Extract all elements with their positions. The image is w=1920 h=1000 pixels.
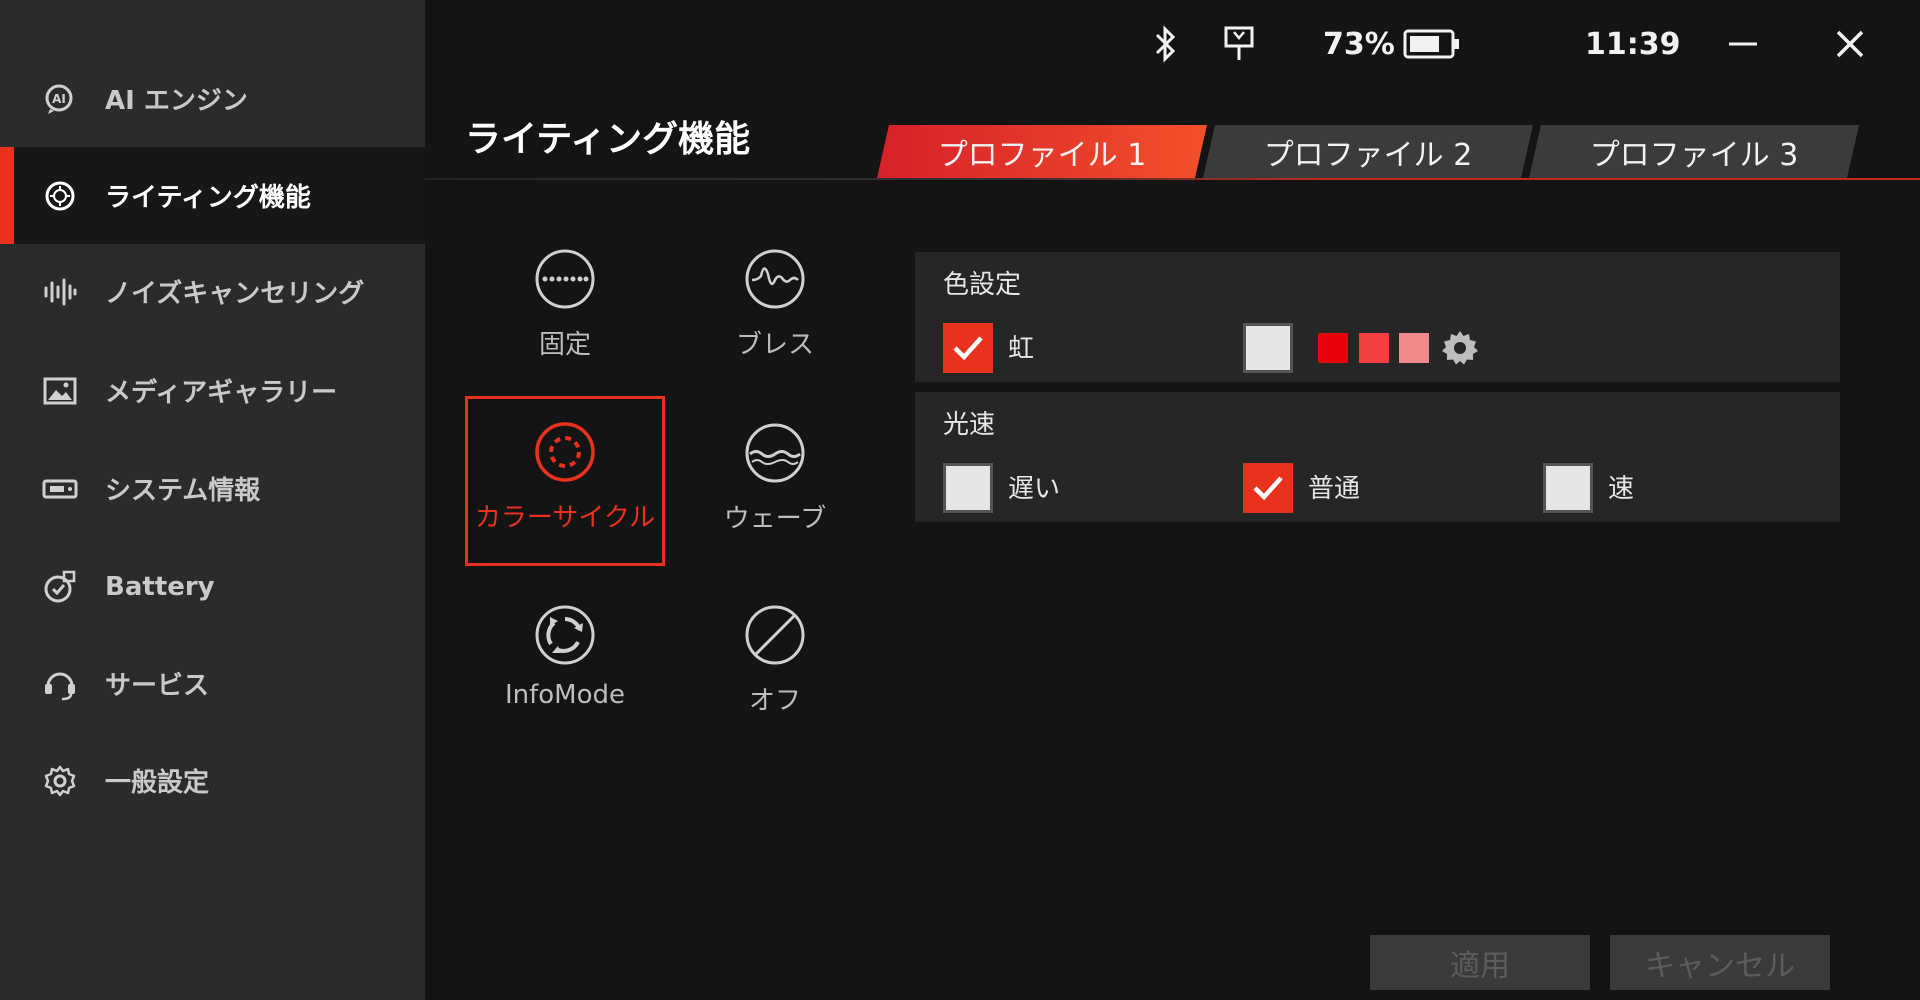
tab-label: プロファイル 3 (1589, 137, 1799, 173)
sidebar-item-label: 一般設定 (105, 768, 210, 798)
gear-icon (42, 763, 78, 799)
effect-label: ブレス (735, 330, 814, 360)
sidebar-item-media-gallery[interactable]: メディアギャラリー (0, 342, 425, 439)
page-title: ライティング機能 (465, 119, 751, 160)
lighting-icon (42, 178, 78, 214)
tab-label: プロファイル 1 (937, 137, 1147, 173)
sidebar-item-lighting[interactable]: ライティング機能 (0, 147, 425, 244)
effect-breath[interactable]: ブレス (675, 226, 875, 396)
check-icon (1253, 476, 1283, 501)
effect-label: ウェーブ (723, 504, 827, 534)
custom-color-checkbox[interactable] (1243, 323, 1293, 373)
close-icon[interactable] (1834, 22, 1866, 66)
speed-fast-checkbox[interactable] (1543, 463, 1593, 513)
title-divider (425, 178, 1920, 180)
infomode-icon (534, 604, 596, 666)
color-swatch-2[interactable] (1359, 333, 1389, 363)
off-icon (744, 604, 806, 666)
ai-icon: AI (42, 81, 78, 117)
sidebar-item-battery[interactable]: Battery (0, 538, 425, 635)
effect-label: カラーサイクル (474, 503, 656, 533)
speed-fast-label: 速 (1608, 474, 1635, 504)
tab-profile-1[interactable]: プロファイル 1 (877, 125, 1207, 178)
tab-label: プロファイル 2 (1263, 137, 1473, 173)
svg-text:AI: AI (52, 92, 66, 106)
speed-slow-label: 遅い (1008, 474, 1061, 504)
system-icon (42, 471, 78, 507)
sidebar-item-system-info[interactable]: システム情報 (0, 440, 425, 537)
sidebar-item-label: メディアギャラリー (105, 378, 338, 408)
breath-icon (744, 248, 806, 310)
image-icon (42, 373, 78, 409)
speed-title: 光速 (943, 410, 996, 440)
color-settings-title: 色設定 (943, 270, 1022, 300)
speed-normal-checkbox[interactable] (1243, 463, 1293, 513)
effect-label: InfoMode (504, 680, 626, 710)
sidebar-item-label: サービス (105, 671, 210, 701)
cancel-button[interactable]: キャンセル (1610, 935, 1830, 990)
speed-normal-label: 普通 (1308, 474, 1361, 504)
static-icon (534, 248, 596, 310)
sidebar: AI AI エンジン ライティング機能 ノイズキャンセリング メディアギャラリー… (0, 0, 425, 1000)
battery-status-icon (1403, 22, 1461, 66)
headset-icon (42, 666, 78, 702)
sidebar-item-label: Battery (105, 571, 215, 602)
effect-infomode[interactable]: InfoMode (465, 582, 665, 752)
color-swatch-1[interactable] (1318, 333, 1348, 363)
speed-slow-checkbox[interactable] (943, 463, 993, 513)
rainbow-label: 虹 (1008, 334, 1035, 364)
effect-off[interactable]: オフ (675, 582, 875, 752)
effect-color-cycle[interactable]: カラーサイクル (465, 396, 665, 566)
battery-icon (42, 569, 78, 605)
apply-button[interactable]: 適用 (1370, 935, 1590, 990)
sidebar-item-ai-engine[interactable]: AI AI エンジン (0, 50, 425, 147)
wave-icon (744, 422, 806, 484)
sidebar-item-label: ノイズキャンセリング (105, 279, 365, 309)
sidebar-item-service[interactable]: サービス (0, 635, 425, 732)
bluetooth-icon[interactable] (1150, 22, 1180, 66)
display-mode-icon[interactable] (1222, 22, 1256, 66)
effect-label: 固定 (538, 330, 591, 360)
effect-label: オフ (748, 686, 801, 716)
color-cycle-icon (534, 421, 596, 483)
effect-static[interactable]: 固定 (465, 226, 665, 396)
sidebar-item-label: AI エンジン (105, 86, 248, 116)
color-settings-gear-icon[interactable] (1440, 328, 1480, 368)
check-icon (953, 336, 983, 361)
rainbow-checkbox[interactable] (943, 323, 993, 373)
color-swatch-3[interactable] (1399, 333, 1429, 363)
speed-panel: 光速 遅い 普通 速 (915, 392, 1840, 522)
waveform-icon (42, 274, 78, 310)
sidebar-item-noise-cancel[interactable]: ノイズキャンセリング (0, 243, 425, 340)
tab-profile-2[interactable]: プロファイル 2 (1203, 125, 1533, 178)
effect-wave[interactable]: ウェーブ (675, 400, 875, 570)
sidebar-item-label: システム情報 (105, 476, 261, 506)
tab-profile-3[interactable]: プロファイル 3 (1529, 125, 1859, 178)
sidebar-item-general-settings[interactable]: 一般設定 (0, 732, 425, 829)
color-settings-panel: 色設定 虹 (915, 252, 1840, 382)
sidebar-item-label: ライティング機能 (105, 183, 311, 213)
minimize-icon[interactable] (1727, 22, 1759, 66)
battery-percent: 73% (1323, 26, 1395, 62)
clock: 11:39 (1585, 26, 1681, 62)
